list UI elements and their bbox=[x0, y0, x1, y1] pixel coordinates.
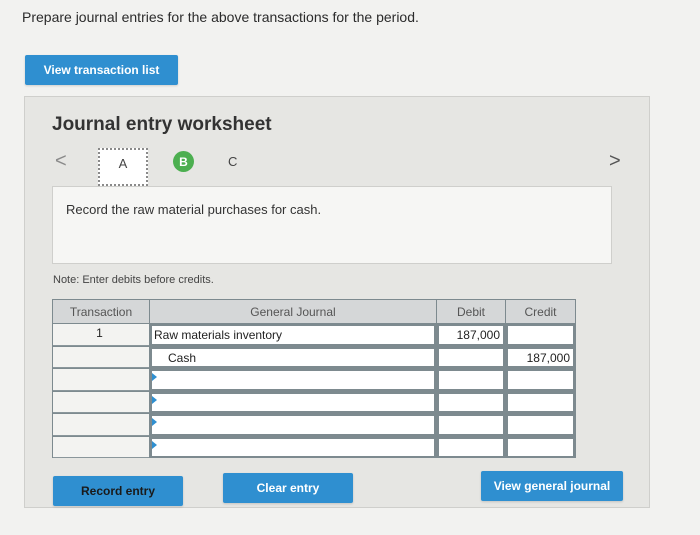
transaction-number-cell bbox=[53, 414, 149, 436]
header-debit: Debit bbox=[437, 300, 505, 323]
debit-input[interactable] bbox=[437, 346, 505, 368]
transaction-number-cell bbox=[53, 346, 149, 368]
account-select[interactable]: Cash bbox=[150, 346, 436, 368]
instruction-text: Prepare journal entries for the above tr… bbox=[22, 9, 419, 25]
note-text: Note: Enter debits before credits. bbox=[53, 274, 214, 286]
dropdown-caret-icon bbox=[152, 373, 157, 381]
debit-input[interactable] bbox=[437, 369, 505, 391]
header-transaction: Transaction bbox=[53, 300, 149, 323]
account-select[interactable] bbox=[150, 369, 436, 391]
header-general-journal: General Journal bbox=[150, 300, 436, 323]
worksheet-title: Journal entry worksheet bbox=[52, 114, 272, 135]
credit-input[interactable] bbox=[506, 324, 575, 346]
journal-table: Transaction General Journal Debit Credit… bbox=[52, 299, 576, 458]
clear-entry-button[interactable]: Clear entry bbox=[223, 473, 353, 503]
dropdown-caret-icon bbox=[152, 395, 157, 404]
prev-step-chevron-icon[interactable]: < bbox=[55, 150, 67, 173]
header-credit: Credit bbox=[506, 300, 575, 323]
step-b-tab[interactable]: B bbox=[173, 151, 194, 172]
record-entry-button[interactable]: Record entry bbox=[53, 476, 183, 506]
transaction-description: Record the raw material purchases for ca… bbox=[66, 202, 322, 217]
transaction-description-box: Record the raw material purchases for ca… bbox=[52, 186, 612, 264]
account-select[interactable] bbox=[150, 414, 436, 436]
account-select[interactable] bbox=[150, 391, 436, 413]
debit-input[interactable] bbox=[437, 436, 505, 458]
transaction-number-cell bbox=[53, 436, 149, 458]
transaction-number-cell bbox=[53, 369, 149, 391]
debit-input[interactable] bbox=[437, 414, 505, 436]
credit-input[interactable] bbox=[506, 414, 575, 436]
credit-input[interactable] bbox=[506, 436, 575, 458]
account-select[interactable]: Raw materials inventory bbox=[150, 324, 436, 346]
credit-input[interactable] bbox=[506, 369, 575, 391]
transaction-number-cell: 1 bbox=[53, 324, 149, 346]
view-general-journal-button[interactable]: View general journal bbox=[481, 471, 623, 501]
transaction-number-cell bbox=[53, 391, 149, 413]
debit-input[interactable]: 187,000 bbox=[437, 324, 505, 346]
account-select[interactable] bbox=[150, 436, 436, 458]
record-entry-label: Record entry bbox=[80, 484, 156, 498]
credit-input[interactable] bbox=[506, 391, 575, 413]
credit-input[interactable]: 187,000 bbox=[506, 346, 575, 368]
view-transaction-list-button[interactable]: View transaction list bbox=[25, 55, 178, 85]
step-c-tab[interactable]: C bbox=[228, 154, 237, 169]
dropdown-caret-icon bbox=[152, 418, 157, 426]
debit-input[interactable] bbox=[437, 391, 505, 413]
dropdown-caret-icon bbox=[152, 440, 157, 449]
next-step-chevron-icon[interactable]: > bbox=[609, 150, 621, 173]
step-a-tab[interactable]: A bbox=[98, 148, 148, 186]
